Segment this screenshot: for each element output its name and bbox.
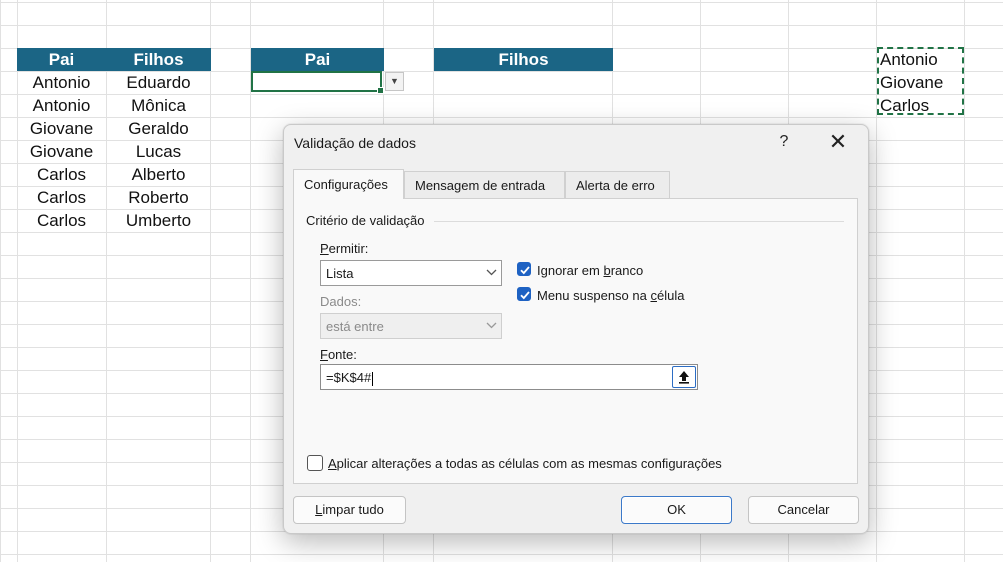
table2-header-filhos[interactable]: Filhos (434, 48, 613, 71)
permitir-value: Lista (326, 266, 354, 281)
ignorar-label-accesskey: b (603, 263, 611, 278)
table1-cell-pai[interactable]: Antonio (17, 94, 106, 117)
table1-cell-pai[interactable]: Giovane (17, 140, 106, 163)
table2-header-pai[interactable]: Pai (251, 48, 384, 71)
close-button[interactable]: ✕ (826, 131, 850, 155)
menu-label-part1: Menu suspenso na (537, 288, 651, 303)
ignorar-label[interactable]: Ignorar em branco (537, 263, 643, 278)
fonte-input[interactable]: =$K$4# (320, 364, 698, 390)
table1-cell-pai[interactable]: Giovane (17, 117, 106, 140)
close-icon: ✕ (828, 129, 848, 154)
menu-suspenso-checkbox[interactable] (517, 287, 531, 301)
dados-select[interactable]: está entre (320, 313, 502, 339)
fonte-text: =$K$4# (326, 370, 372, 385)
table1-cell-filhos[interactable]: Eduardo (106, 71, 211, 94)
help-button[interactable]: ? (774, 133, 794, 151)
fonte-label-accesskey: F (320, 347, 328, 362)
table1-header-pai[interactable]: Pai (17, 48, 106, 71)
chevron-down-icon (481, 314, 501, 338)
table1-cell-pai[interactable]: Carlos (17, 209, 106, 232)
fill-handle[interactable] (377, 87, 384, 94)
menu-suspenso-label[interactable]: Menu suspenso na célula (537, 288, 684, 303)
cancel-button[interactable]: Cancelar (748, 496, 859, 524)
unique-list-cell[interactable]: Carlos (880, 94, 929, 117)
selected-cell[interactable] (251, 71, 384, 94)
permitir-label-accesskey: P (320, 241, 329, 256)
unique-list-cell[interactable]: Antonio (880, 48, 938, 71)
table1-cell-pai[interactable]: Carlos (17, 186, 106, 209)
group-divider (434, 221, 844, 222)
text-caret (372, 371, 374, 386)
ok-button[interactable]: OK (621, 496, 732, 524)
unique-list-cell[interactable]: Giovane (880, 71, 943, 94)
aplicar-label[interactable]: Aplicar alterações a todas as células co… (328, 456, 722, 471)
limpar-rest: impar tudo (322, 502, 384, 517)
collapse-dialog-button[interactable] (672, 366, 696, 388)
table1-cell-pai[interactable]: Carlos (17, 163, 106, 186)
fonte-label-rest: onte: (327, 347, 357, 362)
aplicar-label-rest: plicar alterações a todas as células com… (336, 456, 722, 471)
ignorar-label-part2: ranco (610, 263, 644, 278)
fonte-input-value: =$K$4# (326, 370, 374, 386)
ignorar-label-part1: Ignorar em (537, 263, 604, 278)
aplicar-checkbox[interactable] (307, 455, 323, 471)
triangle-down-icon: ▼ (390, 76, 399, 86)
permitir-label: Permitir: (320, 241, 368, 256)
table1-cell-filhos[interactable]: Mônica (106, 94, 211, 117)
checkmark-icon (520, 291, 530, 300)
table1-cell-filhos[interactable]: Umberto (106, 209, 211, 232)
table1-header-filhos[interactable]: Filhos (106, 48, 211, 71)
dados-value: está entre (326, 319, 384, 334)
aplicar-label-accesskey: A (328, 456, 337, 471)
permitir-label-rest: ermitir: (328, 241, 369, 256)
tab-mensagem-entrada[interactable]: Mensagem de entrada (404, 171, 565, 198)
table1-cell-filhos[interactable]: Geraldo (106, 117, 211, 140)
upload-arrow-icon (679, 371, 689, 384)
cell-dropdown-button[interactable]: ▼ (385, 72, 404, 91)
dados-label: Dados: (320, 294, 362, 309)
tab-configuracoes[interactable]: Configurações (293, 169, 404, 199)
menu-label-part2: élula (656, 288, 685, 303)
checkmark-icon (520, 266, 530, 275)
table1-cell-filhos[interactable]: Alberto (106, 163, 211, 186)
column-line (964, 0, 965, 562)
settings-panel: Critério de validação Permitir: Lista Da… (293, 198, 858, 484)
data-validation-dialog: Validação de dados ? ✕ Configurações Men… (283, 124, 869, 534)
limpar-tudo-button[interactable]: Limpar tudo (293, 496, 406, 524)
table1-cell-filhos[interactable]: Lucas (106, 140, 211, 163)
table1-cell-filhos[interactable]: Roberto (106, 186, 211, 209)
fonte-label: Fonte: (320, 347, 357, 362)
table1-cell-pai[interactable]: Antonio (17, 71, 106, 94)
chevron-down-icon (481, 261, 501, 285)
group-label: Critério de validação (306, 213, 429, 228)
permitir-select[interactable]: Lista (320, 260, 502, 286)
ignorar-checkbox[interactable] (517, 262, 531, 276)
tab-alerta-erro[interactable]: Alerta de erro (565, 171, 670, 198)
dialog-title: Validação de dados (294, 135, 416, 151)
